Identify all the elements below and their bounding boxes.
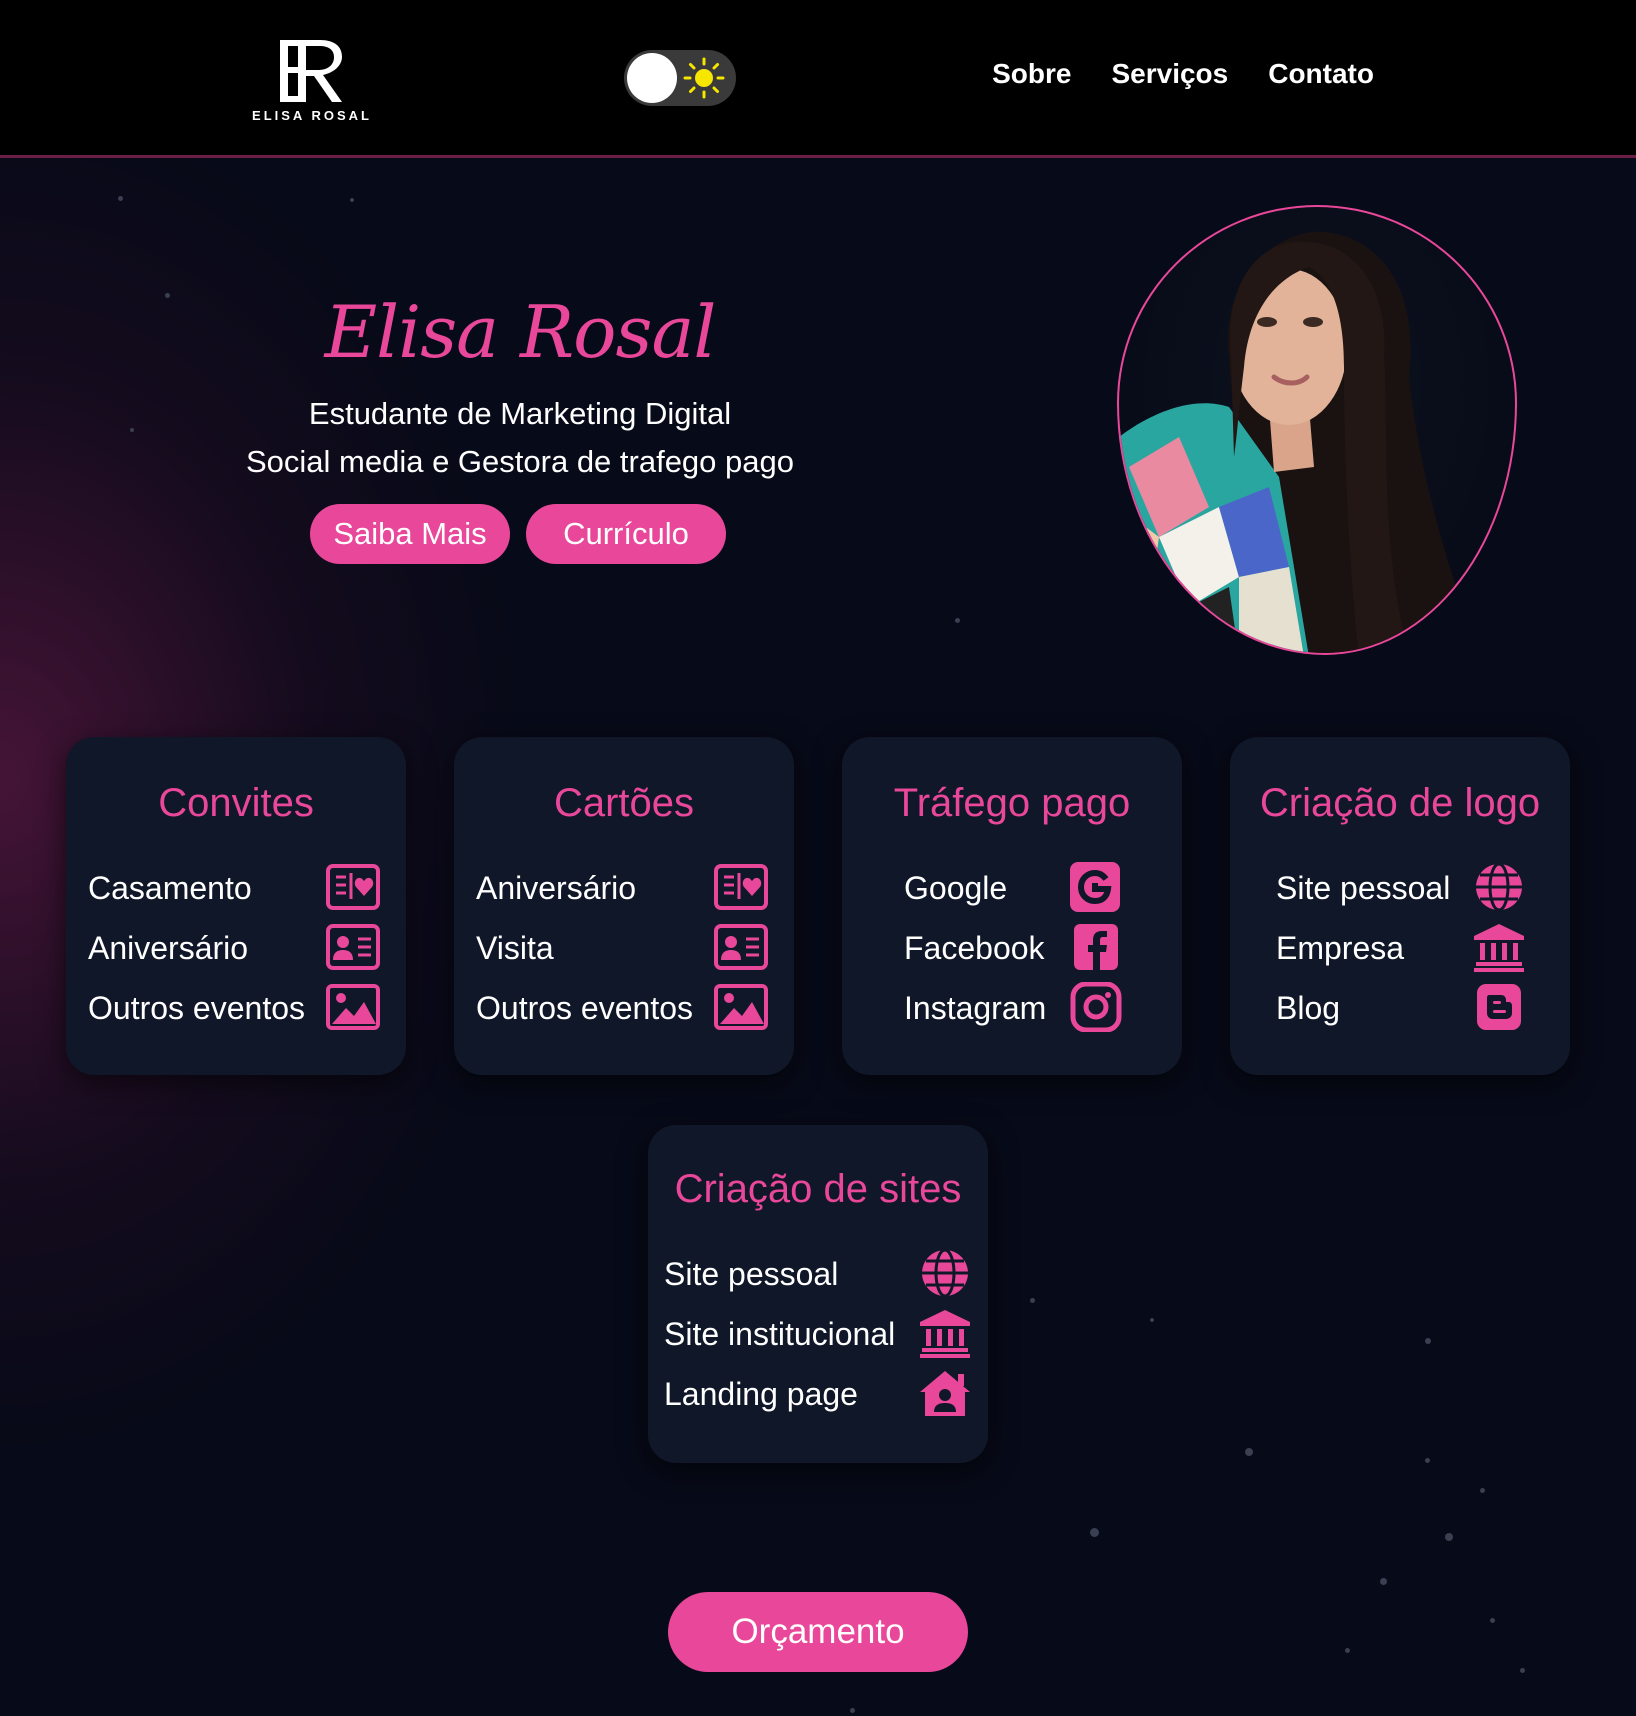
list-item[interactable]: Landing page <box>664 1368 974 1418</box>
sun-icon <box>683 57 725 99</box>
card-title: Tráfego pago <box>893 781 1131 825</box>
id-card-icon <box>326 922 380 972</box>
house-user-icon <box>918 1368 972 1418</box>
bank-icon <box>1472 922 1526 972</box>
item-label: Visita <box>476 930 554 966</box>
item-label: Blog <box>1276 990 1341 1026</box>
item-label: Outros eventos <box>476 990 693 1026</box>
brand-logo[interactable]: ELISA ROSAL <box>252 36 372 126</box>
bank-icon <box>918 1308 972 1358</box>
item-label: Site pessoal <box>664 1256 839 1292</box>
list-item[interactable]: Casamento <box>88 862 388 912</box>
item-label: Aniversário <box>476 870 637 906</box>
list-item[interactable]: Facebook <box>904 922 1124 972</box>
card-title: Criação de sites <box>674 1167 962 1211</box>
item-label: Empresa <box>1276 930 1405 966</box>
list-item[interactable]: Empresa <box>1276 922 1536 972</box>
item-label: Outros eventos <box>88 990 305 1026</box>
curriculo-button[interactable]: Currículo <box>526 504 726 564</box>
item-label: Google <box>904 870 1008 906</box>
invitation-heart-icon <box>714 862 768 912</box>
blogger-icon <box>1472 982 1526 1032</box>
brand-name: ELISA ROSAL <box>252 108 372 123</box>
item-label: Site pessoal <box>1276 870 1451 906</box>
google-icon <box>1068 862 1122 912</box>
globe-icon <box>918 1248 972 1298</box>
card-trafego-pago: Tráfego pago Google Facebook Instagram <box>842 737 1182 1075</box>
site-header: ELISA ROSAL Sobre Serviços Contato <box>0 0 1636 158</box>
list-item[interactable]: Site pessoal <box>664 1248 974 1298</box>
list-item[interactable]: Aniversário <box>88 922 388 972</box>
list-item[interactable]: Instagram <box>904 982 1124 1032</box>
hero-name: Elisa Rosal <box>324 290 717 374</box>
theme-toggle[interactable] <box>624 50 736 106</box>
list-item[interactable]: Site pessoal <box>1276 862 1536 912</box>
globe-icon <box>1472 862 1526 912</box>
nav-contato[interactable]: Contato <box>1268 58 1374 90</box>
invitation-heart-icon <box>326 862 380 912</box>
logo-monogram-icon <box>280 40 342 102</box>
item-label: Facebook <box>904 930 1045 966</box>
item-label: Aniversário <box>88 930 249 966</box>
orcamento-button[interactable]: Orçamento <box>668 1592 968 1672</box>
card-convites: Convites Casamento Aniversário Outros ev… <box>66 737 406 1075</box>
saiba-mais-button[interactable]: Saiba Mais <box>310 504 510 564</box>
list-item[interactable]: Blog <box>1276 982 1536 1032</box>
list-item[interactable]: Site institucional <box>664 1308 974 1358</box>
main-nav: Sobre Serviços Contato <box>992 58 1374 90</box>
list-item[interactable]: Aniversário <box>476 862 776 912</box>
list-item[interactable]: Google <box>904 862 1124 912</box>
card-criacao-sites: Criação de sites Site pessoal Site insti… <box>648 1125 988 1463</box>
card-cartoes: Cartões Aniversário Visita Outros evento… <box>454 737 794 1075</box>
id-card-icon <box>714 922 768 972</box>
card-criacao-logo: Criação de logo Site pessoal Empresa Blo… <box>1230 737 1570 1075</box>
list-item[interactable]: Outros eventos <box>88 982 388 1032</box>
hero-subtitle-1: Estudante de Marketing Digital <box>308 396 732 431</box>
facebook-icon <box>1068 922 1122 972</box>
list-item[interactable]: Outros eventos <box>476 982 776 1032</box>
card-title: Convites <box>158 781 314 825</box>
image-icon <box>326 982 380 1032</box>
item-label: Casamento <box>88 870 252 906</box>
image-icon <box>714 982 768 1032</box>
card-title: Criação de logo <box>1259 781 1541 825</box>
card-title: Cartões <box>553 781 695 825</box>
item-label: Site institucional <box>664 1316 896 1352</box>
item-label: Landing page <box>664 1376 858 1412</box>
item-label: Instagram <box>904 990 1047 1026</box>
list-item[interactable]: Visita <box>476 922 776 972</box>
nav-sobre[interactable]: Sobre <box>992 58 1071 90</box>
nav-servicos[interactable]: Serviços <box>1111 58 1228 90</box>
toggle-knob <box>627 53 677 103</box>
instagram-icon <box>1068 982 1122 1032</box>
hero-subtitle-2: Social media e Gestora de trafego pago <box>245 444 794 479</box>
